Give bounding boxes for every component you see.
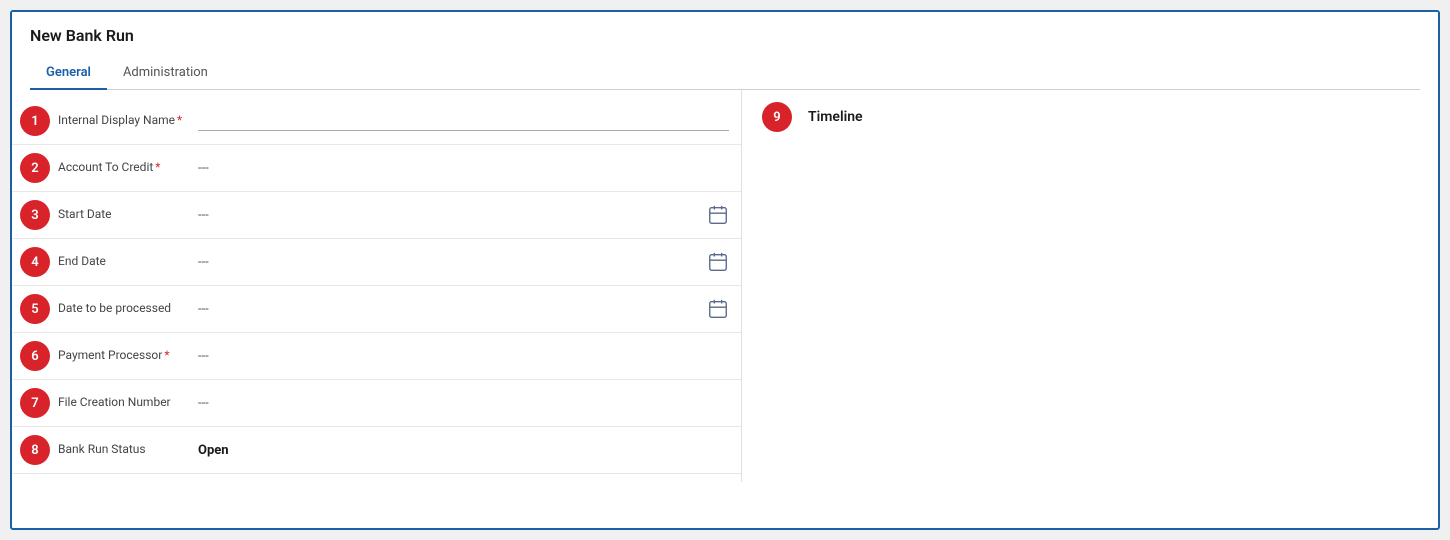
value-payment-processor: --- [198, 349, 729, 364]
row-account-to-credit: 2 Account To Credit* --- [12, 145, 741, 192]
row-internal-display-name: 1 Internal Display Name* [12, 98, 741, 145]
bank-run-status-value: Open [198, 443, 229, 458]
main-window: New Bank Run General Administration 1 In… [10, 10, 1440, 530]
window-header: New Bank Run General Administration [12, 12, 1438, 90]
row-number-2: 2 [20, 153, 50, 183]
internal-display-name-input[interactable] [198, 111, 729, 131]
row-file-creation-number: 7 File Creation Number --- [12, 380, 741, 427]
end-date-placeholder: --- [198, 255, 699, 270]
value-file-creation-number: --- [198, 396, 729, 411]
row-end-date: 4 End Date --- [12, 239, 741, 286]
row-number-6: 6 [20, 341, 50, 371]
label-end-date: End Date [58, 254, 198, 270]
account-to-credit-value: --- [198, 161, 209, 176]
label-payment-processor: Payment Processor* [58, 348, 198, 364]
row-number-5: 5 [20, 294, 50, 324]
tab-general[interactable]: General [30, 57, 107, 90]
row-bank-run-status: 8 Bank Run Status Open [12, 427, 741, 474]
end-date-calendar-icon[interactable] [707, 251, 729, 273]
value-bank-run-status: Open [198, 443, 729, 458]
tab-bar: General Administration [30, 57, 1420, 90]
label-internal-display-name: Internal Display Name* [58, 113, 198, 129]
row-start-date: 3 Start Date --- [12, 192, 741, 239]
payment-processor-value: --- [198, 349, 209, 364]
row-number-4: 4 [20, 247, 50, 277]
value-internal-display-name [198, 111, 729, 131]
label-bank-run-status: Bank Run Status [58, 442, 198, 458]
label-account-to-credit: Account To Credit* [58, 160, 198, 176]
row-number-9: 9 [762, 102, 792, 132]
row-number-1: 1 [20, 106, 50, 136]
content-area: 1 Internal Display Name* 2 Account To Cr… [12, 90, 1438, 482]
value-date-to-be-processed: --- [198, 298, 729, 320]
required-star-1: * [177, 113, 182, 127]
form-section: 1 Internal Display Name* 2 Account To Cr… [12, 90, 742, 482]
timeline-section: 9 Timeline [742, 90, 1438, 482]
required-star-6: * [164, 348, 169, 362]
row-number-3: 3 [20, 200, 50, 230]
date-processed-placeholder: --- [198, 302, 699, 317]
row-payment-processor: 6 Payment Processor* --- [12, 333, 741, 380]
value-start-date: --- [198, 204, 729, 226]
date-processed-calendar-icon[interactable] [707, 298, 729, 320]
file-creation-number-value: --- [198, 396, 209, 411]
timeline-label: Timeline [808, 109, 863, 125]
label-date-to-be-processed: Date to be processed [58, 301, 198, 317]
date-processed-field: --- [198, 298, 729, 320]
row-date-to-be-processed: 5 Date to be processed --- [12, 286, 741, 333]
tab-administration[interactable]: Administration [107, 57, 224, 90]
window-title: New Bank Run [30, 26, 1420, 45]
start-date-field: --- [198, 204, 729, 226]
label-start-date: Start Date [58, 207, 198, 223]
value-account-to-credit: --- [198, 161, 729, 176]
row-number-7: 7 [20, 388, 50, 418]
end-date-field: --- [198, 251, 729, 273]
value-end-date: --- [198, 251, 729, 273]
label-file-creation-number: File Creation Number [58, 395, 198, 411]
row-number-8: 8 [20, 435, 50, 465]
start-date-calendar-icon[interactable] [707, 204, 729, 226]
start-date-placeholder: --- [198, 208, 699, 223]
required-star-2: * [155, 160, 160, 174]
